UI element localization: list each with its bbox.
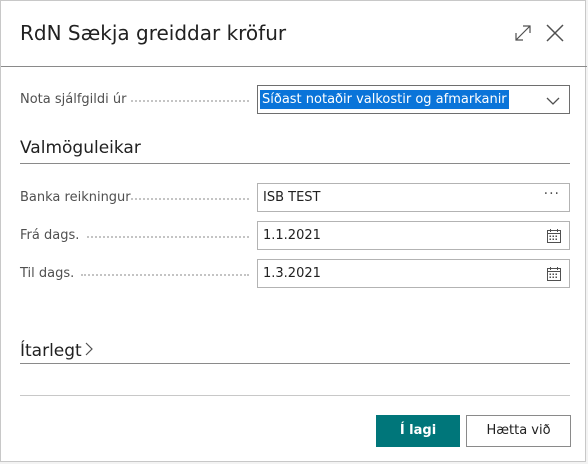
field-dots [131,197,249,200]
details-section-toggle[interactable]: Ítarlegt [20,341,94,361]
footer-divider [20,395,570,396]
details-section-divider [20,363,570,364]
to-date-field[interactable]: 1.3.2021 [257,259,570,288]
header-divider [1,66,587,67]
calendar-icon[interactable] [546,228,562,248]
saved-values-select[interactable]: Síðast notaðir valkostir og afmarkanir [257,85,570,114]
calendar-icon[interactable] [546,266,562,286]
from-date-field[interactable]: 1.1.2021 [257,221,570,250]
field-dots [131,99,249,102]
field-dots [87,235,249,238]
close-icon[interactable] [544,22,566,44]
options-section-divider [20,163,570,164]
to-date-value: 1.3.2021 [263,266,321,281]
to-date-label: Til dags. [20,266,75,281]
bank-account-field[interactable]: ISB TEST ··· [257,183,570,212]
saved-values-label: Nota sjálfgildi úr [20,92,127,107]
details-section-title: Ítarlegt [20,341,82,361]
bank-account-label: Banka reikningur [20,190,131,205]
lookup-button[interactable]: ··· [544,186,560,202]
cancel-button[interactable]: Hætta við [466,415,571,447]
expand-icon[interactable] [512,22,534,44]
ok-button[interactable]: Í lagi [376,415,460,447]
from-date-label: Frá dags. [20,228,80,243]
dialog-title: RdN Sækja greiddar kröfur [20,21,287,45]
bank-account-value: ISB TEST [263,190,321,205]
options-section-title: Valmöguleikar [20,138,141,158]
field-dots [81,273,249,276]
saved-values-selected: Síðast notaðir valkostir og afmarkanir [260,90,509,109]
chevron-right-icon [84,341,94,361]
from-date-value: 1.1.2021 [263,228,321,243]
chevron-down-icon[interactable] [546,93,560,112]
dialog: RdN Sækja greiddar kröfur Nota sjálfgild… [0,0,587,462]
